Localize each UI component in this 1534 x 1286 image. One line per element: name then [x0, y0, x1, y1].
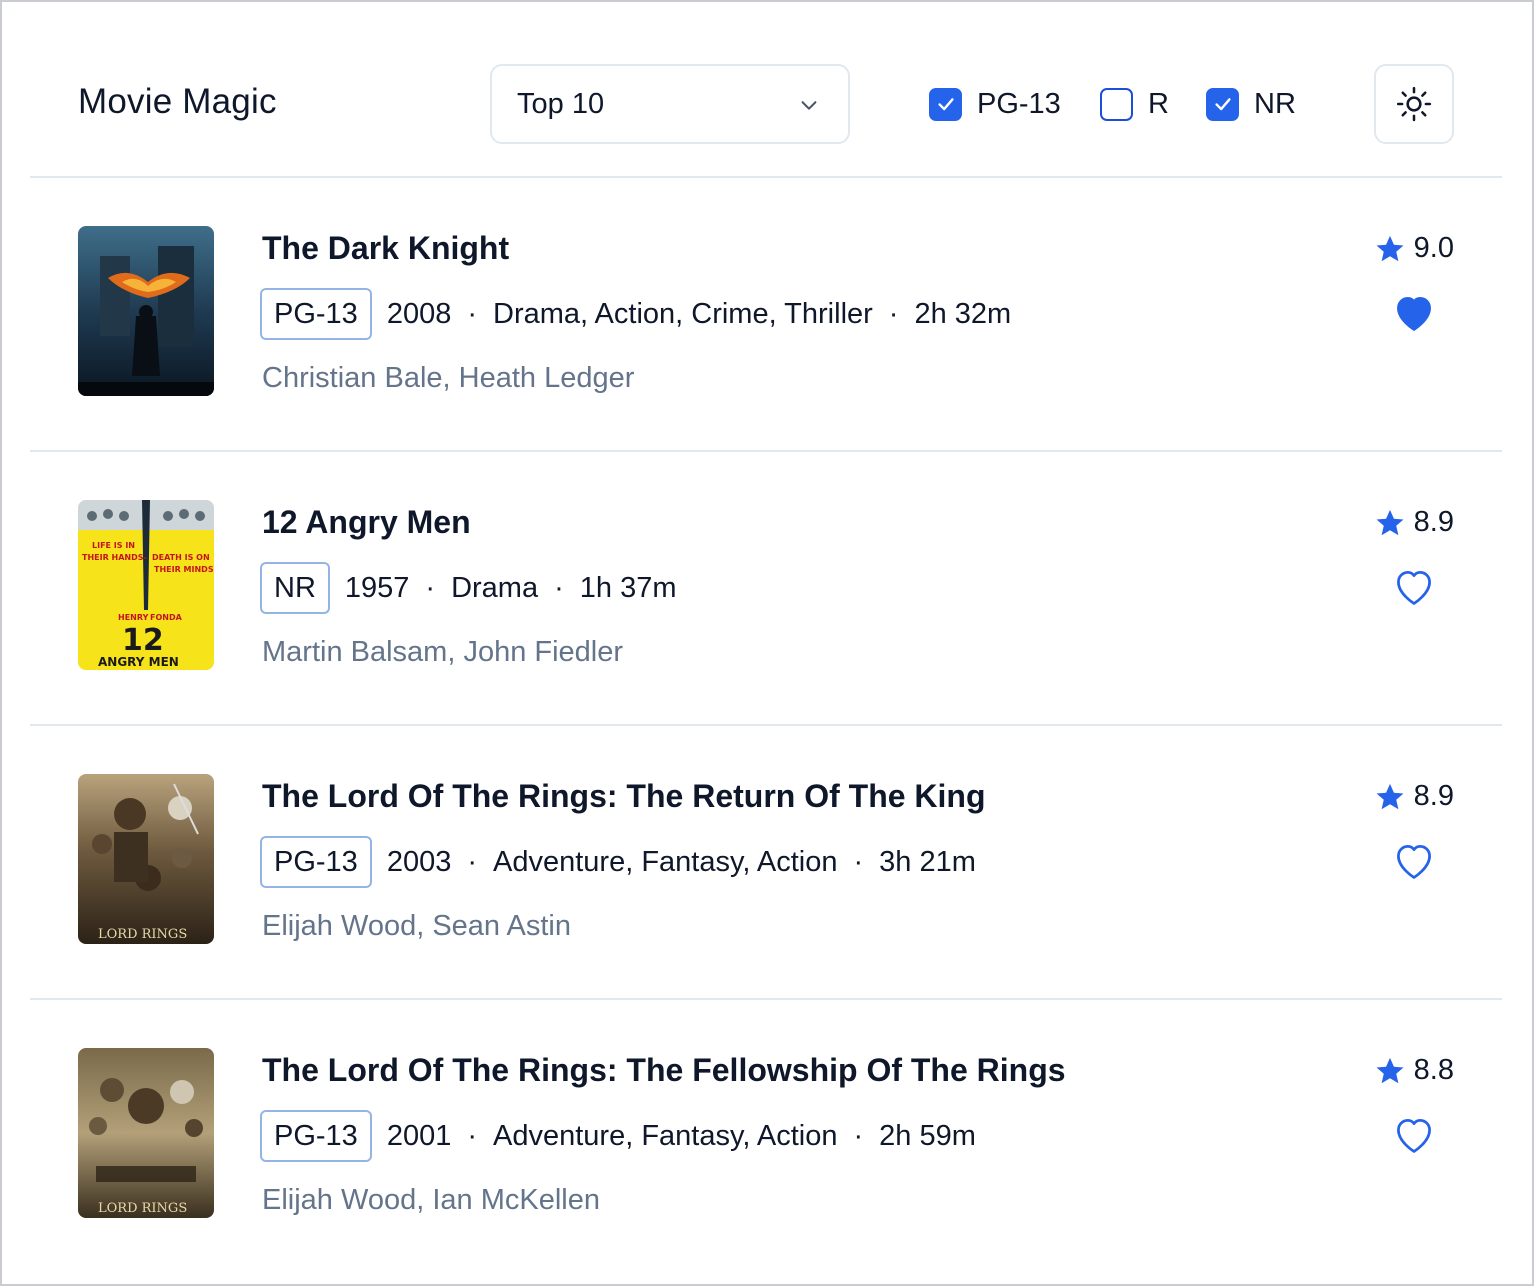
- movie-meta: PG-13 2003 · Adventure, Fantasy, Action …: [260, 836, 976, 888]
- movie-title[interactable]: The Lord Of The Rings: The Fellowship Of…: [262, 1052, 1066, 1089]
- star-icon: [1376, 235, 1404, 261]
- movie-score-value: 9.0: [1413, 232, 1454, 264]
- filter-r[interactable]: R: [1100, 86, 1169, 122]
- movie-poster: LIFE IS IN THEIR HANDS- DEATH IS ON THEIR …: [78, 500, 214, 670]
- svg-text:DEATH IS ON: DEATH IS ON: [152, 553, 210, 562]
- movie-meta: PG-13 2008 · Drama, Action, Crime, Thril…: [260, 288, 1011, 340]
- star-icon: [1376, 1057, 1404, 1083]
- heart-filled-icon[interactable]: [1392, 291, 1436, 335]
- movie-runtime: 2h 32m: [914, 297, 1012, 330]
- filter-pg13[interactable]: PG-13: [929, 86, 1061, 122]
- svg-text:ANGRY MEN: ANGRY MEN: [98, 655, 179, 669]
- chevron-down-icon: [801, 101, 817, 110]
- separator: ·: [853, 845, 864, 878]
- movie-score: 8.9: [1374, 506, 1454, 539]
- filter-nr-checkbox[interactable]: [1206, 87, 1239, 121]
- heart-outline-icon[interactable]: [1392, 839, 1436, 883]
- list-select[interactable]: Top 10: [490, 64, 850, 144]
- movie-cast: Christian Bale, Heath Ledger: [262, 362, 635, 394]
- heart-outline-icon[interactable]: [1392, 1113, 1436, 1157]
- movie-score: 9.0: [1374, 232, 1454, 265]
- movie-title[interactable]: The Lord Of The Rings: The Return Of The…: [262, 778, 986, 815]
- separator: ·: [554, 571, 564, 604]
- separator: ·: [425, 571, 436, 604]
- svg-text:HENRY: HENRY: [118, 613, 149, 622]
- movie-row[interactable]: The Dark Knight PG-13 2008 · Drama, Acti…: [30, 178, 1502, 452]
- check-icon: [1214, 98, 1231, 111]
- separator: ·: [467, 1119, 478, 1152]
- heart-outline-icon[interactable]: [1392, 565, 1436, 609]
- movie-year: 2008: [386, 297, 452, 330]
- movie-meta: NR 1957 · Drama · 1h 37m: [260, 562, 677, 614]
- mpaa-badge: PG-13: [260, 836, 372, 888]
- movie-runtime: 3h 21m: [879, 845, 976, 878]
- movie-genres: Drama: [451, 571, 539, 604]
- svg-text:LORD RINGS: LORD RINGS: [98, 1201, 187, 1216]
- mpaa-badge: PG-13: [260, 288, 372, 340]
- app-title: Movie Magic: [78, 82, 277, 121]
- svg-text:LORD RINGS: LORD RINGS: [98, 927, 187, 942]
- movie-genres: Adventure, Fantasy, Action: [493, 1119, 838, 1152]
- movie-score-value: 8.8: [1413, 1054, 1454, 1086]
- movie-title[interactable]: 12 Angry Men: [262, 504, 471, 541]
- movie-runtime: 2h 59m: [879, 1119, 976, 1152]
- separator: ·: [853, 1119, 864, 1152]
- svg-text:THEIR MINDS!: THEIR MINDS!: [154, 565, 214, 574]
- svg-text:12: 12: [122, 623, 164, 658]
- movie-row[interactable]: LORD RINGS The Lord Of The Rings: The Re…: [30, 726, 1502, 1000]
- mpaa-badge: NR: [260, 562, 330, 614]
- mpaa-badge: PG-13: [260, 1110, 372, 1162]
- movie-cast: Elijah Wood, Sean Astin: [262, 910, 571, 942]
- filter-nr-label: NR: [1254, 87, 1296, 120]
- list-select-value: Top 10: [517, 88, 605, 120]
- movie-year: 2003: [386, 845, 452, 878]
- theme-toggle-button[interactable]: [1374, 64, 1454, 144]
- sun-icon: [1396, 86, 1432, 122]
- movie-poster: LORD RINGS: [78, 1048, 214, 1218]
- movie-score-value: 8.9: [1413, 780, 1454, 812]
- star-icon: [1376, 509, 1404, 535]
- movie-poster: LORD RINGS: [78, 774, 214, 944]
- filter-r-label: R: [1148, 87, 1169, 120]
- check-icon: [937, 98, 954, 111]
- separator: ·: [467, 845, 478, 878]
- filter-nr[interactable]: NR: [1206, 86, 1296, 122]
- separator: ·: [467, 297, 478, 330]
- movie-title[interactable]: The Dark Knight: [262, 230, 509, 267]
- movie-row[interactable]: LORD RINGS The Lord Of The Rings: The Fe…: [30, 1000, 1502, 1274]
- filter-pg13-checkbox[interactable]: [929, 87, 962, 121]
- movie-cast: Elijah Wood, Ian McKellen: [262, 1184, 600, 1216]
- movie-score-value: 8.9: [1413, 506, 1454, 538]
- movie-runtime: 1h 37m: [579, 571, 677, 604]
- movie-score: 8.8: [1374, 1054, 1454, 1087]
- movie-score: 8.9: [1374, 780, 1454, 813]
- svg-text:THEIR HANDS-: THEIR HANDS-: [82, 553, 147, 562]
- separator: ·: [888, 297, 899, 330]
- filter-pg13-label: PG-13: [977, 87, 1061, 120]
- svg-text:FONDA: FONDA: [150, 613, 183, 622]
- star-icon: [1376, 783, 1404, 809]
- svg-text:LIFE IS IN: LIFE IS IN: [92, 541, 135, 550]
- movie-cast: Martin Balsam, John Fiedler: [262, 636, 624, 668]
- movie-row[interactable]: LIFE IS IN THEIR HANDS- DEATH IS ON THEIR …: [30, 452, 1502, 726]
- movie-meta: PG-13 2001 · Adventure, Fantasy, Action …: [260, 1110, 976, 1162]
- movie-genres: Adventure, Fantasy, Action: [493, 845, 838, 878]
- movie-genres: Drama, Action, Crime, Thriller: [493, 297, 873, 330]
- movie-poster: [78, 226, 214, 396]
- movie-year: 2001: [386, 1119, 452, 1152]
- filter-r-checkbox[interactable]: [1100, 87, 1133, 121]
- movie-year: 1957: [344, 571, 410, 604]
- header: Movie Magic Top 10 PG-13 R NR: [30, 0, 1502, 178]
